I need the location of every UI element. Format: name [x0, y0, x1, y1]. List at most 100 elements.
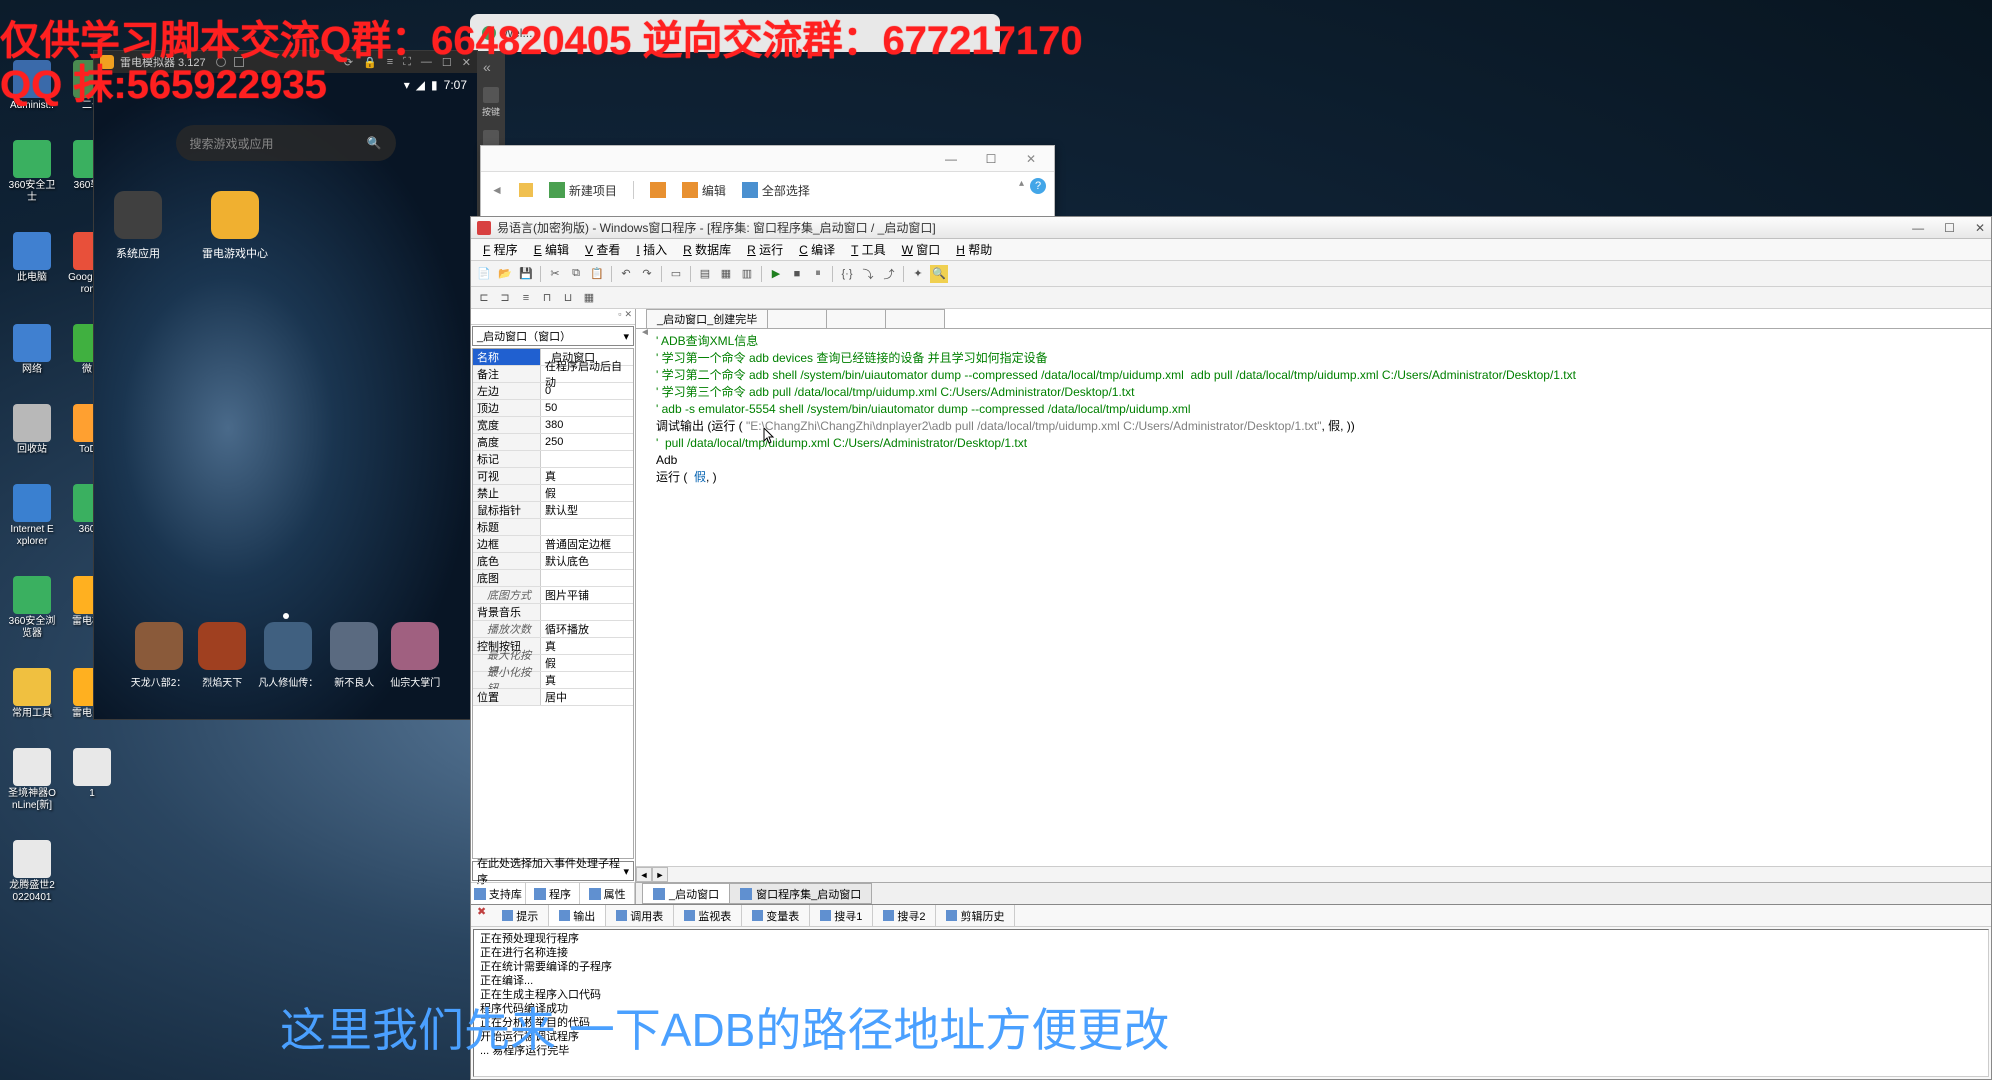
output-tab[interactable]: 搜寻1	[810, 905, 873, 926]
desktop-icon[interactable]: 360安全浏览器	[8, 576, 56, 640]
code-line[interactable]: ' pull /data/local/tmp/uidump.xml C:/Use…	[656, 435, 1971, 452]
small-window-titlebar[interactable]: — ☐ ✕	[481, 146, 1054, 172]
align-button[interactable]: ⊓	[538, 289, 556, 307]
property-value[interactable]: 普通固定边框	[541, 536, 633, 552]
toolbar-button[interactable]	[650, 182, 666, 198]
desktop-icon[interactable]: Internet Explorer	[8, 484, 56, 548]
property-table[interactable]: 名称_启动窗口备注在程序启动后自动左边0顶边50宽度380高度250标记可视真禁…	[472, 348, 634, 859]
property-value[interactable]: 图片平铺	[541, 587, 633, 603]
output-close-icon[interactable]: ✖	[471, 905, 492, 926]
property-value[interactable]: 默认底色	[541, 553, 633, 569]
back-button[interactable]: ◄	[491, 183, 503, 197]
run-button[interactable]: ▶	[767, 265, 785, 283]
menu-item[interactable]: R 数据库	[675, 241, 739, 258]
close-button[interactable]: ✕	[1975, 221, 1985, 235]
property-value[interactable]: 假	[541, 485, 633, 501]
dock-app[interactable]: 仙宗大掌门	[390, 622, 440, 689]
desktop-icon[interactable]: 圣境神器OnLine[新]	[8, 748, 56, 812]
desktop-icon[interactable]: 此电脑	[8, 232, 56, 296]
horizontal-scrollbar[interactable]: ◄►	[636, 866, 1991, 882]
property-row[interactable]: 备注在程序启动后自动	[473, 366, 633, 383]
close-button[interactable]: ✕	[1012, 149, 1050, 169]
bp-button[interactable]: ✦	[909, 265, 927, 283]
desktop-icon[interactable]: 网络	[8, 324, 56, 376]
chevron-up-icon[interactable]: ▴	[1019, 178, 1024, 189]
output-tab[interactable]: 输出	[549, 905, 606, 926]
property-value[interactable]	[541, 451, 633, 467]
property-value[interactable]: 50	[541, 400, 633, 416]
menu-item[interactable]: R 运行	[739, 241, 791, 258]
code-line[interactable]: ' ADB查询XML信息	[656, 333, 1971, 350]
search-icon[interactable]: 🔍	[367, 136, 382, 150]
step-button[interactable]: {·}	[838, 265, 856, 283]
dock-app[interactable]: 烈焰天下	[198, 622, 246, 689]
desktop-icon[interactable]: 1	[68, 748, 116, 812]
layout1-button[interactable]: ▤	[696, 265, 714, 283]
property-row[interactable]: 背景音乐	[473, 604, 633, 621]
object-selector[interactable]: _启动窗口（窗口）▾	[472, 326, 634, 346]
property-value[interactable]: 循环播放	[541, 621, 633, 637]
property-row[interactable]: 底图	[473, 570, 633, 587]
undo-button[interactable]: ↶	[617, 265, 635, 283]
menu-item[interactable]: F 程序	[475, 241, 526, 258]
toolbar-button[interactable]: 全部选择	[742, 182, 810, 199]
property-value[interactable]: 0	[541, 383, 633, 399]
output-tab[interactable]: 变量表	[742, 905, 810, 926]
property-row[interactable]: 播放次数循环播放	[473, 621, 633, 638]
app-shortcut[interactable]: 系统应用	[114, 191, 162, 261]
menu-item[interactable]: C 编译	[791, 241, 843, 258]
code-tab[interactable]: _启动窗口	[642, 883, 730, 904]
ide-toolbar-2[interactable]: ⊏ ⊐ ≡ ⊓ ⊔ ▦	[471, 287, 1991, 309]
property-row[interactable]: 位置居中	[473, 689, 633, 706]
property-value[interactable]: 真	[541, 672, 633, 688]
stop-button[interactable]: ■	[788, 265, 806, 283]
property-row[interactable]: 边框普通固定边框	[473, 536, 633, 553]
emulator-sidebar-item[interactable]: 按键	[482, 87, 500, 118]
property-row[interactable]: 顶边50	[473, 400, 633, 417]
property-row[interactable]: 底图方式图片平铺	[473, 587, 633, 604]
desktop-icon[interactable]: 回收站	[8, 404, 56, 456]
step-over-button[interactable]: ⤵	[859, 265, 877, 283]
panel-tab[interactable]: 属性	[580, 883, 635, 904]
property-row[interactable]: 宽度380	[473, 417, 633, 434]
code-line[interactable]: Adb	[656, 452, 1971, 469]
align-right-button[interactable]: ≡	[517, 289, 535, 307]
property-value[interactable]: 250	[541, 434, 633, 450]
property-value[interactable]: 真	[541, 638, 633, 654]
property-row[interactable]: 标题	[473, 519, 633, 536]
property-row[interactable]: 最小化按钮真	[473, 672, 633, 689]
panel-pin-icon[interactable]: ▫	[618, 309, 621, 324]
menu-item[interactable]: W 窗口	[894, 241, 949, 258]
cut-button[interactable]: ✂	[546, 265, 564, 283]
toolbar-button[interactable]: 新建项目	[549, 182, 617, 199]
code-editor[interactable]: ' ADB查询XML信息' 学习第一个命令 adb devices 查询已经链接…	[636, 329, 1991, 866]
code-line[interactable]: ' adb -s emulator-5554 shell /system/bin…	[656, 401, 1971, 418]
property-value[interactable]	[541, 604, 633, 620]
grid-button[interactable]: ▦	[580, 289, 598, 307]
code-line[interactable]: 调试输出 (运行 ( "E:\ChangZhi\ChangZhi\dnplaye…	[656, 418, 1971, 435]
emulator-screen[interactable]: ▾ ◢ ▮ 7:07 搜索游戏或应用 🔍 系统应用雷电游戏中心 天龙八部2：烈焰…	[94, 73, 477, 719]
minimize-button[interactable]: —	[932, 149, 970, 169]
menu-item[interactable]: I 插入	[628, 241, 675, 258]
ide-titlebar[interactable]: 易语言(加密狗版) - Windows窗口程序 - [程序集: 窗口程序集_启动…	[471, 217, 1991, 239]
dock-app[interactable]: 天龙八部2：	[131, 622, 187, 689]
property-row[interactable]: 鼠标指针默认型	[473, 502, 633, 519]
new-button[interactable]: 📄	[475, 265, 493, 283]
property-value[interactable]: 在程序启动后自动	[541, 366, 633, 382]
toolbar-button[interactable]: 编辑	[682, 182, 726, 199]
panel-close-icon[interactable]: ✕	[624, 309, 632, 324]
maximize-button[interactable]: ☐	[1944, 221, 1955, 235]
minimize-button[interactable]: —	[1912, 221, 1924, 235]
panel-tab[interactable]: 程序	[526, 883, 581, 904]
pause-button[interactable]: ⏸	[809, 265, 827, 283]
emulator-search-box[interactable]: 搜索游戏或应用 🔍	[176, 125, 396, 161]
desktop-icon[interactable]: 常用工具	[8, 668, 56, 720]
output-tab[interactable]: 监视表	[674, 905, 742, 926]
desktop-icon[interactable]: 360安全卫士	[8, 140, 56, 204]
ide-toolbar[interactable]: 📄 📂 💾 ✂ ⧉ 📋 ↶ ↷ ▭ ▤ ▦ ▥ ▶ ■ ⏸ {·} ⤵ ⤴ ✦ …	[471, 261, 1991, 287]
property-value[interactable]	[541, 570, 633, 586]
code-line[interactable]: 运行 ( 假, )	[656, 469, 1971, 486]
paste-button[interactable]: 📋	[588, 265, 606, 283]
function-tab[interactable]: _启动窗口_创建完毕	[646, 309, 768, 328]
property-value[interactable]	[541, 519, 633, 535]
